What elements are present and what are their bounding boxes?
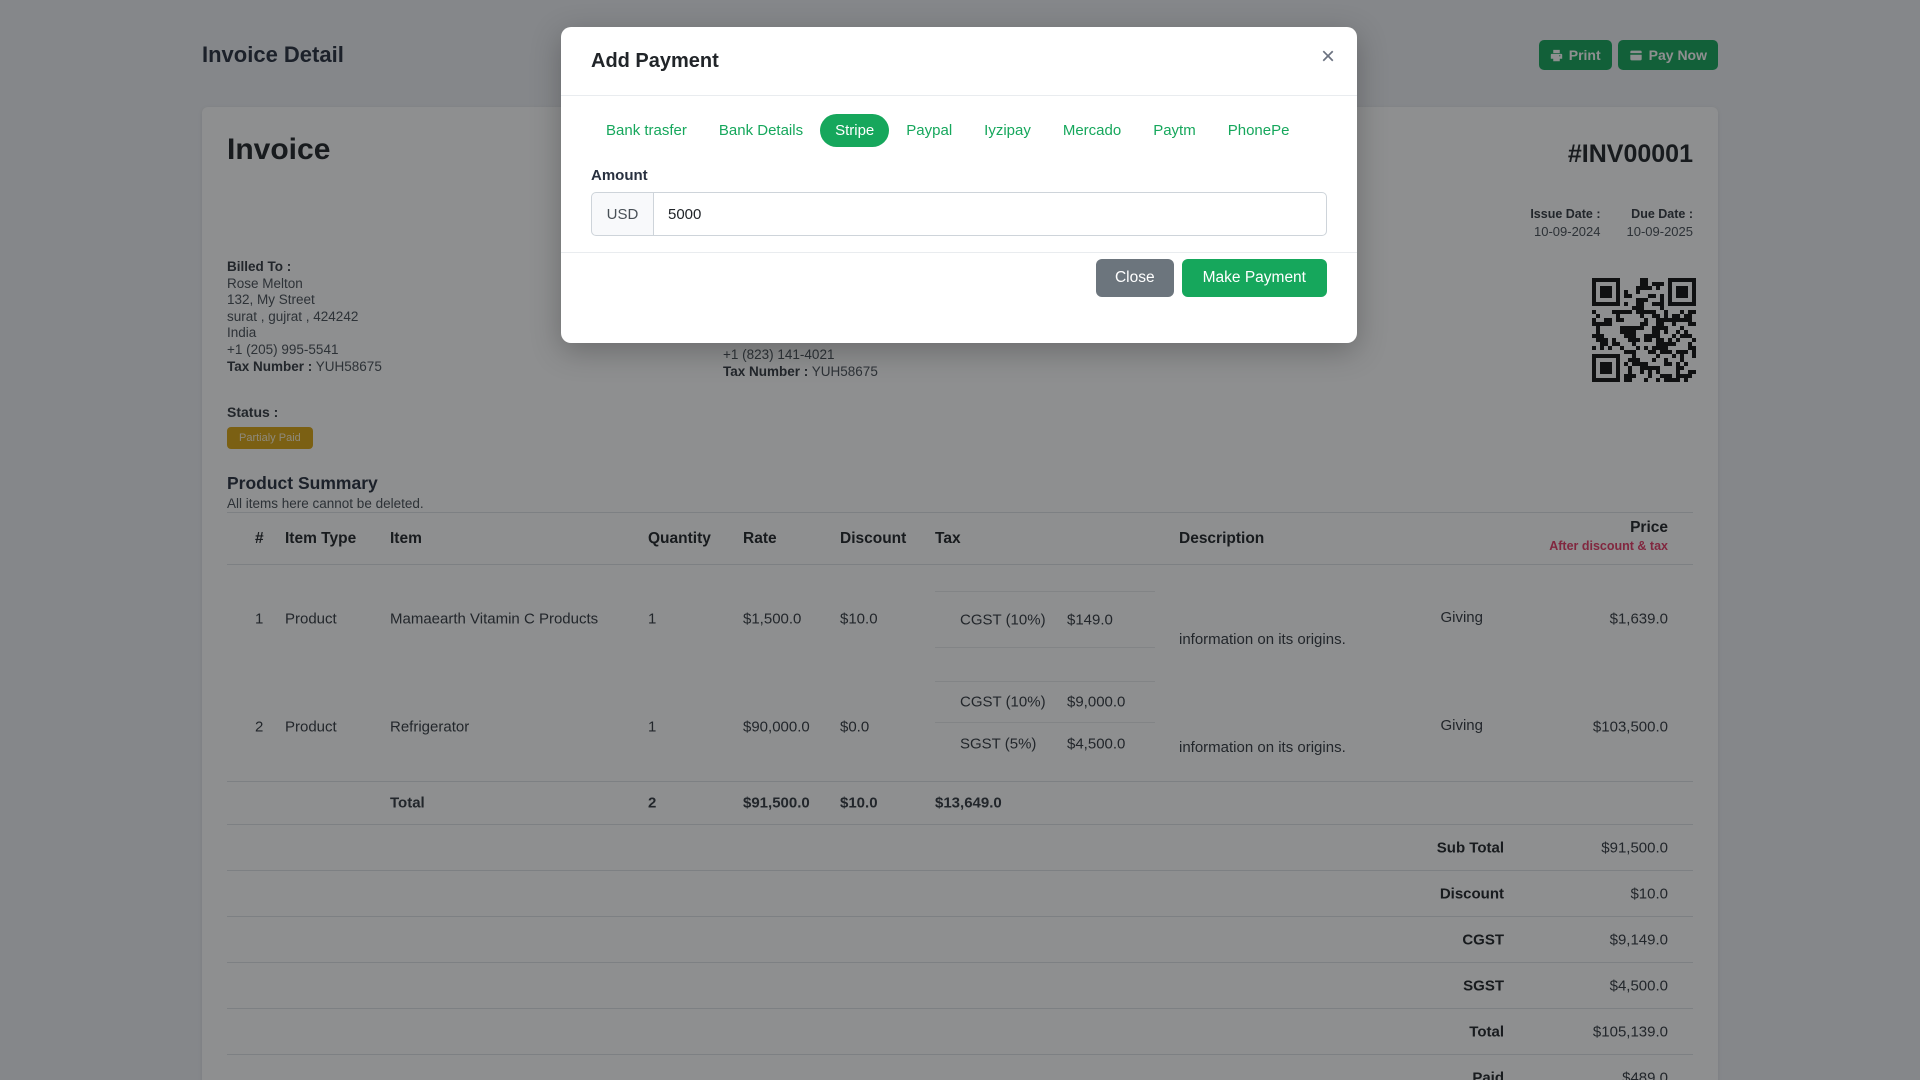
- close-icon[interactable]: ×: [1321, 45, 1335, 69]
- tab-paypal[interactable]: Paypal: [891, 114, 967, 147]
- tab-bank-details[interactable]: Bank Details: [704, 114, 818, 147]
- tab-bank-transfer[interactable]: Bank trasfer: [591, 114, 702, 147]
- amount-input-group: USD: [591, 192, 1327, 236]
- tab-mercado[interactable]: Mercado: [1048, 114, 1136, 147]
- amount-input[interactable]: [653, 192, 1327, 236]
- currency-prefix: USD: [591, 192, 653, 236]
- modal-title: Add Payment: [591, 49, 719, 72]
- modal-footer: Close Make Payment: [561, 252, 1357, 346]
- add-payment-modal: Add Payment × Bank trasfer Bank Details …: [561, 27, 1357, 343]
- modal-header: Add Payment ×: [561, 27, 1357, 96]
- tab-phonepe[interactable]: PhonePe: [1213, 114, 1305, 147]
- close-button[interactable]: Close: [1095, 259, 1174, 297]
- payment-method-tabs: Bank trasfer Bank Details Stripe Paypal …: [591, 114, 1327, 147]
- tab-paytm[interactable]: Paytm: [1138, 114, 1211, 147]
- make-payment-button[interactable]: Make Payment: [1181, 259, 1327, 297]
- modal-body: Bank trasfer Bank Details Stripe Paypal …: [561, 96, 1357, 236]
- tab-iyzipay[interactable]: Iyzipay: [969, 114, 1046, 147]
- amount-label: Amount: [591, 167, 648, 184]
- tab-stripe[interactable]: Stripe: [820, 114, 890, 147]
